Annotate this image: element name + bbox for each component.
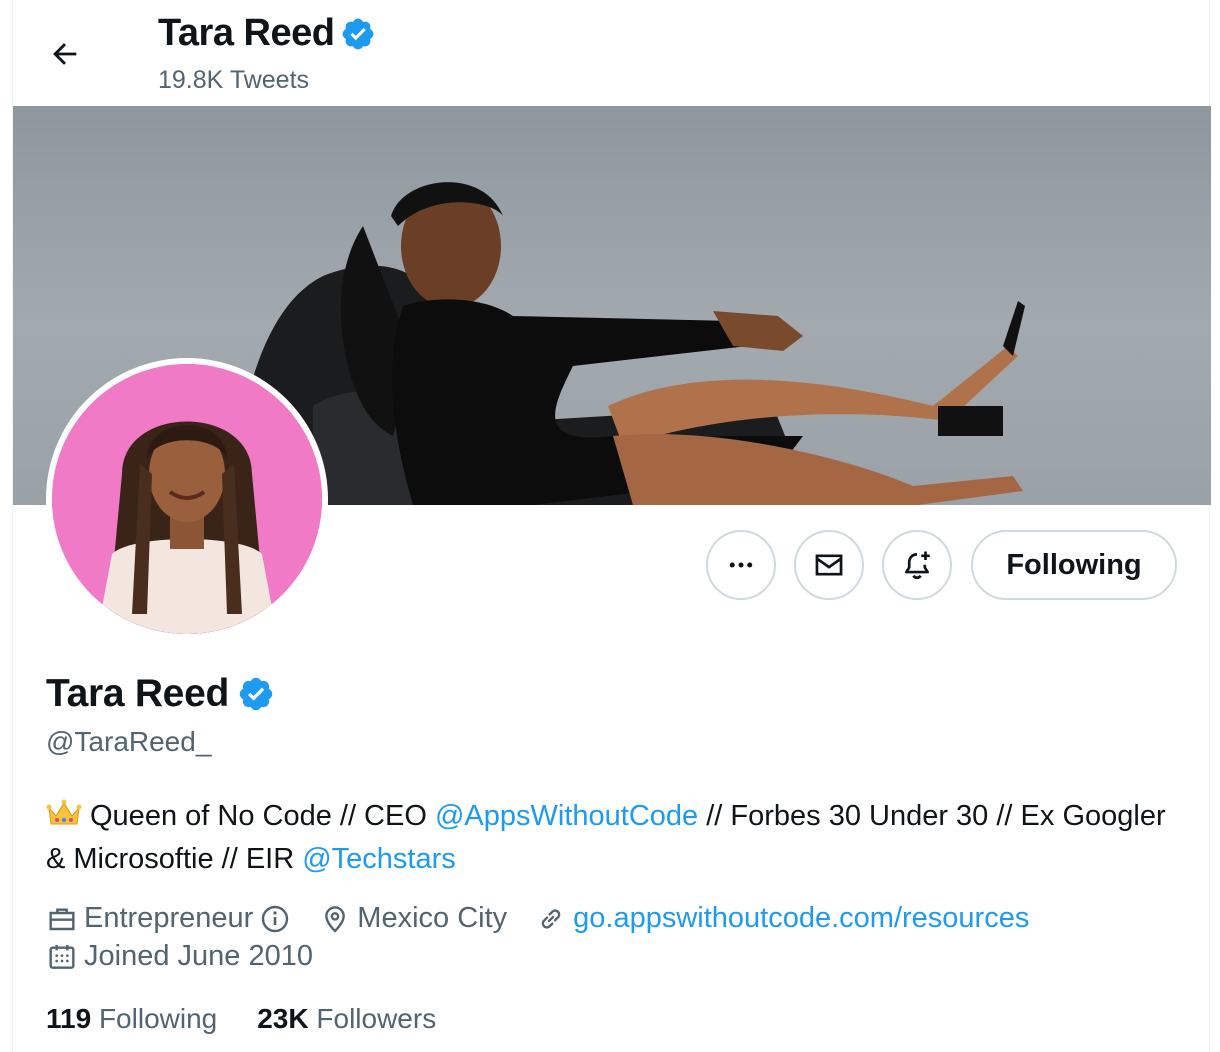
bio-mention-appswithoutcode[interactable]: @AppsWithoutCode xyxy=(435,800,698,832)
profile-stats: 119 Following 23K Followers xyxy=(46,1003,436,1035)
following-stat[interactable]: 119 Following xyxy=(46,1003,217,1035)
profile-joined-row: Joined June 2010 xyxy=(46,940,341,973)
profile-header: Tara Reed 19.8K Tweets xyxy=(13,0,1209,106)
profile-name-row: Tara Reed xyxy=(46,672,275,716)
category-text: Entrepreneur xyxy=(84,902,254,934)
meta-joined: Joined June 2010 xyxy=(46,940,313,973)
link-icon xyxy=(541,908,561,929)
profile-page: Tara Reed 19.8K Tweets Following Tara Re… xyxy=(12,0,1211,1052)
verified-badge-icon[interactable] xyxy=(237,675,275,713)
back-button[interactable] xyxy=(43,32,87,76)
profile-meta-row: Entrepreneur Mexico City go.appswithoutc… xyxy=(46,902,1057,935)
tweets-count: 19.8K Tweets xyxy=(158,66,310,94)
joined-text: Joined June 2010 xyxy=(84,940,313,972)
website-link[interactable]: go.appswithoutcode.com/resources xyxy=(573,902,1029,935)
more-dots-icon xyxy=(729,562,753,568)
followers-label: Followers xyxy=(316,1003,437,1034)
following-button[interactable]: Following xyxy=(971,530,1177,600)
following-count: 119 xyxy=(46,1003,92,1034)
followers-stat[interactable]: 23K Followers xyxy=(257,1003,436,1035)
bio-text-1: Queen of No Code // CEO xyxy=(90,800,435,832)
profile-bio: Queen of No Code // CEO @AppsWithoutCode… xyxy=(46,796,1176,879)
location-text: Mexico City xyxy=(357,902,508,934)
bell-plus-icon xyxy=(905,551,930,580)
envelope-icon xyxy=(815,554,843,576)
profile-handle: @TaraReed_ xyxy=(46,726,212,757)
meta-website: go.appswithoutcode.com/resources xyxy=(535,902,1029,935)
followers-count: 23K xyxy=(257,1003,309,1034)
profile-avatar[interactable] xyxy=(46,358,328,640)
calendar-icon xyxy=(49,944,75,969)
header-title: Tara Reed xyxy=(158,12,376,55)
avatar-photo xyxy=(52,364,322,634)
more-button[interactable] xyxy=(706,530,776,600)
info-icon[interactable] xyxy=(259,903,291,935)
profile-name: Tara Reed xyxy=(46,672,229,715)
location-pin-icon xyxy=(325,905,346,933)
verified-badge-icon xyxy=(343,18,374,49)
meta-category: Entrepreneur xyxy=(46,902,291,935)
notifications-button[interactable] xyxy=(882,530,952,600)
message-button[interactable] xyxy=(794,530,864,600)
bio-mention-techstars[interactable]: @Techstars xyxy=(302,843,456,875)
meta-location: Mexico City xyxy=(319,902,507,935)
following-label: Following xyxy=(98,1003,218,1034)
header-name: Tara Reed xyxy=(158,12,335,54)
arrow-left-icon xyxy=(53,43,77,65)
briefcase-icon xyxy=(49,907,75,930)
crown-icon xyxy=(46,798,82,839)
